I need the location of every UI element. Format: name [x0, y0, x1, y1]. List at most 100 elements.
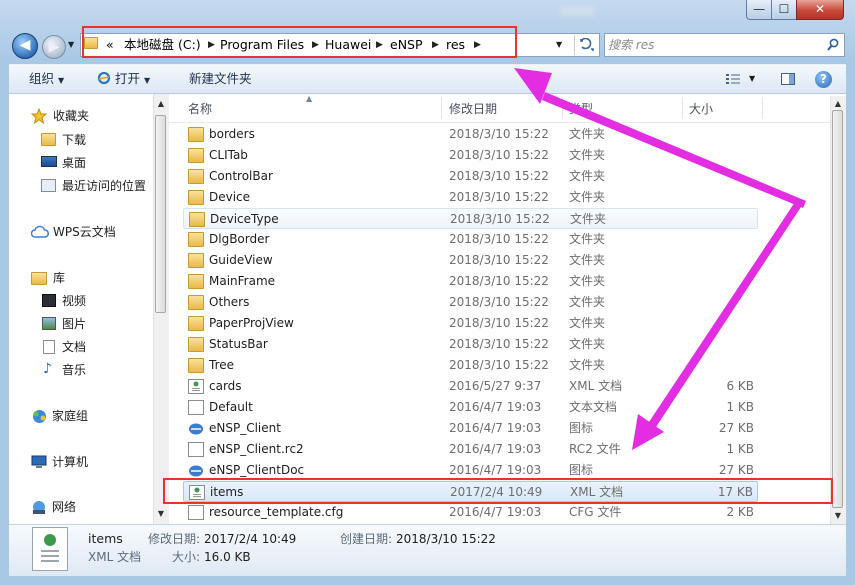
column-header-date[interactable]: 修改日期 — [449, 96, 559, 122]
file-type: 文件夹 — [569, 253, 606, 267]
search-input[interactable] — [608, 36, 818, 54]
organize-button[interactable]: 组织 ▼ — [29, 64, 64, 94]
column-header-type[interactable]: 类型 — [569, 96, 679, 122]
preview-pane-icon[interactable] — [781, 73, 795, 85]
sidebar-item-libraries[interactable]: 库 — [53, 268, 65, 288]
file-row[interactable]: StatusBar 2018/3/10 15:22 文件夹 — [183, 334, 758, 355]
recent-pages-dropdown[interactable]: ▼ — [68, 38, 80, 52]
refresh-icon — [580, 37, 594, 51]
sidebar-scroll-thumb[interactable] — [155, 115, 166, 313]
file-name: ControlBar — [209, 169, 273, 183]
forward-button[interactable]: ▶ — [42, 35, 66, 59]
column-divider[interactable] — [562, 97, 563, 119]
file-row[interactable]: ControlBar 2018/3/10 15:22 文件夹 — [183, 166, 758, 187]
file-row[interactable]: resource_template.cfg 2016/4/7 19:03 CFG 文… — [183, 502, 758, 523]
sidebar-item-network[interactable]: 网络 — [52, 497, 76, 517]
sidebar-item-favorites[interactable]: 收藏夹 — [53, 106, 89, 126]
open-button[interactable]: 打开 ▼ — [97, 64, 150, 94]
view-dropdown[interactable]: ▼ — [749, 70, 755, 88]
address-dropdown[interactable]: ▼ — [556, 38, 562, 52]
file-row[interactable]: Default 2016/4/7 19:03 文本文档 1 KB — [183, 397, 758, 418]
file-row[interactable]: DeviceType 2018/3/10 15:22 文件夹 — [183, 208, 758, 229]
file-row[interactable]: PaperProjView 2018/3/10 15:22 文件夹 — [183, 313, 758, 334]
file-modified-date: 2018/3/10 15:22 — [449, 148, 549, 162]
minimize-button[interactable]: — — [746, 0, 772, 20]
file-modified-date: 2016/5/27 9:37 — [449, 379, 542, 393]
file-modified-date: 2018/3/10 15:22 — [449, 316, 549, 330]
file-name: StatusBar — [209, 337, 268, 351]
file-list-scroll-up-arrow[interactable]: ▲ — [830, 97, 846, 111]
sidebar-item-downloads[interactable]: 下载 — [62, 130, 86, 150]
file-name: Others — [209, 295, 250, 309]
refresh-button[interactable] — [574, 35, 599, 55]
file-row[interactable]: eNSP_Client.rc2 2016/4/7 19:03 RC2 文件 1 KB — [183, 439, 758, 460]
details-file-name: items — [88, 531, 123, 546]
file-row[interactable]: DlgBorder 2018/3/10 15:22 文件夹 — [183, 229, 758, 250]
back-button[interactable]: ◀ — [12, 33, 38, 59]
close-button[interactable]: ✕ — [796, 0, 844, 20]
file-name: eNSP_Client — [209, 421, 281, 435]
details-modified-label: 修改日期: — [148, 532, 201, 546]
file-size: 6 KB — [726, 379, 754, 393]
sidebar-item-pictures[interactable]: 图片 — [62, 314, 86, 334]
text-file-icon — [188, 400, 204, 415]
file-modified-date: 2018/3/10 15:22 — [449, 337, 549, 351]
column-divider[interactable] — [682, 97, 683, 119]
column-divider[interactable] — [762, 97, 763, 119]
file-row[interactable]: borders 2018/3/10 15:22 文件夹 — [183, 124, 758, 145]
column-divider[interactable] — [441, 97, 442, 119]
file-type: 文件夹 — [569, 337, 606, 351]
close-icon: ✕ — [814, 2, 826, 16]
file-name: Device — [209, 190, 251, 204]
sidebar-item-computer[interactable]: 计算机 — [52, 452, 88, 472]
file-modified-date: 2018/3/10 15:22 — [449, 253, 549, 267]
sidebar-item-homegroup[interactable]: 家庭组 — [52, 406, 88, 426]
help-icon[interactable]: ? — [815, 71, 832, 88]
column-header-size[interactable]: 大小 — [689, 96, 759, 122]
file-name: borders — [209, 127, 255, 141]
file-modified-date: 2018/3/10 15:22 — [449, 169, 549, 183]
homegroup-icon — [33, 410, 46, 423]
new-folder-button[interactable]: 新建文件夹 — [189, 64, 252, 94]
file-modified-date: 2018/3/10 15:22 — [449, 190, 549, 204]
sidebar-scroll-down-arrow[interactable]: ▼ — [153, 506, 169, 522]
file-row[interactable]: Tree 2018/3/10 15:22 文件夹 — [183, 355, 758, 376]
search-icon[interactable] — [827, 38, 839, 52]
maximize-button[interactable]: ☐ — [771, 0, 797, 20]
file-type: RC2 文件 — [569, 442, 621, 456]
sidebar-item-recent-places[interactable]: 最近访问的位置 — [62, 176, 146, 196]
file-type: 文件夹 — [570, 212, 607, 226]
sidebar-item-music[interactable]: 音乐 — [62, 360, 86, 380]
blurred-title-text — [560, 6, 594, 16]
document-icon — [43, 340, 55, 354]
file-size: 27 KB — [718, 421, 754, 435]
open-label: 打开 — [114, 71, 140, 86]
file-type: 文件夹 — [569, 148, 606, 162]
organize-label: 组织 — [29, 71, 55, 86]
sidebar-item-videos[interactable]: 视频 — [62, 291, 86, 311]
file-row[interactable]: MainFrame 2018/3/10 15:22 文件夹 — [183, 271, 758, 292]
file-row[interactable]: GuideView 2018/3/10 15:22 文件夹 — [183, 250, 758, 271]
column-header-name[interactable]: 名称 — [188, 96, 440, 122]
file-row[interactable]: Device 2018/3/10 15:22 文件夹 — [183, 187, 758, 208]
library-icon — [31, 272, 47, 285]
video-icon — [42, 294, 56, 307]
sidebar-item-wps-cloud[interactable]: WPS云文档 — [53, 222, 116, 242]
blank-file-icon — [188, 505, 204, 520]
file-list-scroll-thumb[interactable] — [832, 110, 843, 508]
file-row[interactable]: cards 2016/5/27 9:37 XML 文档 6 KB — [183, 376, 758, 397]
file-type: 文本文档 — [569, 400, 618, 414]
sidebar-item-desktop[interactable]: 桌面 — [62, 153, 86, 173]
sidebar-scroll-up-arrow[interactable]: ▲ — [153, 96, 169, 112]
file-list-scroll-down-arrow[interactable]: ▼ — [830, 509, 846, 523]
file-name: eNSP_Client.rc2 — [209, 442, 304, 456]
view-options-icon[interactable] — [726, 73, 740, 85]
file-size: 1 KB — [726, 442, 754, 456]
file-row[interactable]: Others 2018/3/10 15:22 文件夹 — [183, 292, 758, 313]
sidebar-item-documents[interactable]: 文档 — [62, 337, 86, 357]
file-row[interactable]: CLITab 2018/3/10 15:22 文件夹 — [183, 145, 758, 166]
xml-file-icon — [188, 379, 204, 394]
ie-open-icon — [97, 71, 111, 85]
desktop-icon — [41, 156, 57, 167]
file-row[interactable]: eNSP_Client 2016/4/7 19:03 图标 27 KB — [183, 418, 758, 439]
